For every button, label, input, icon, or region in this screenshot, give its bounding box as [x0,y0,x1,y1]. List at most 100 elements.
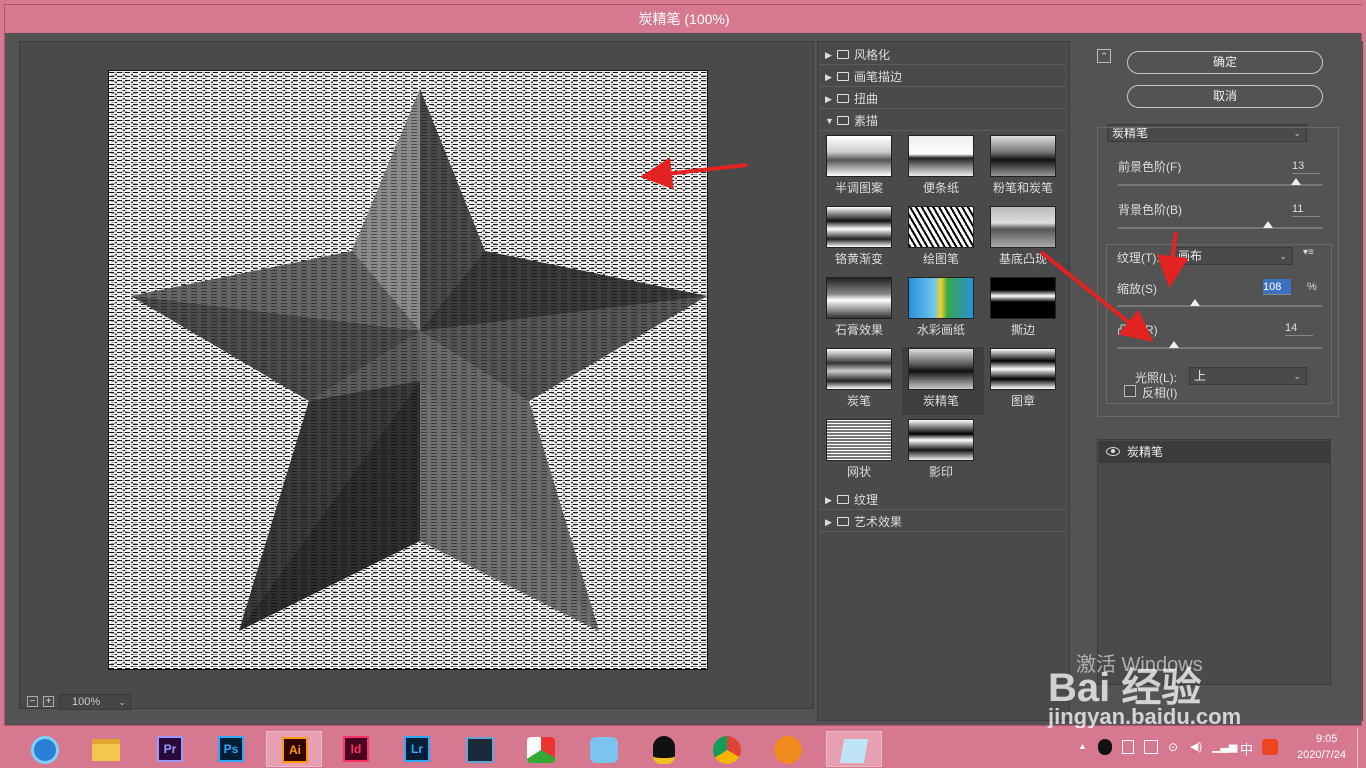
dialog-title: 炭精笔 (100%) [5,5,1363,33]
texture-menu-icon[interactable]: ▾≡ [1303,247,1314,258]
invert-label[interactable]: 反相(I) [1142,384,1177,401]
category-artistic[interactable]: ▶ 艺术效果 [820,512,1066,532]
photoshop-icon: Ps [218,736,244,762]
taskbar-premiere[interactable]: Pr [144,731,196,767]
filter-thumb-stamp[interactable] [990,348,1056,390]
taskbar-photoshop[interactable]: Ps [205,731,257,767]
filter-thumb-plaster[interactable] [826,277,892,319]
zoom-value: 100% [72,696,101,708]
texture-select-value: 画布 [1178,249,1203,263]
filter-label[interactable]: 图章 [982,392,1064,409]
filter-thumb-halftone[interactable] [826,135,892,177]
scale-input[interactable]: 108 [1263,279,1291,295]
filter-label[interactable]: 网状 [818,463,900,480]
preview-canvas[interactable] [108,70,708,670]
taskbar-file-explorer[interactable] [80,731,132,767]
filter-options: 前景色阶(F) 13 背景色阶(B) 11 纹理(T): 画布 ⌄ ▾≡ 缩放(S… [1097,127,1339,417]
taskbar-chrome[interactable] [702,731,754,767]
effect-layer-row[interactable]: 炭精笔 [1099,441,1330,463]
filter-label[interactable]: 铬黄渐变 [818,250,900,267]
show-desktop-button[interactable] [1357,728,1366,768]
filter-thumb-charcoal[interactable] [826,348,892,390]
cancel-button[interactable]: 取消 [1127,85,1323,108]
scale-slider-track[interactable] [1117,305,1322,307]
zoom-select[interactable]: 100% ⌄ [59,694,131,710]
filter-thumb-torn-edges[interactable] [990,277,1056,319]
category-label: 风格化 [854,48,891,62]
category-texture[interactable]: ▶ 纹理 [820,490,1066,510]
filter-thumb-graphic-pen[interactable] [908,206,974,248]
film-icon [466,737,494,763]
zoom-out-button[interactable]: − [27,696,38,707]
qq-penguin-icon [653,736,675,764]
network-icon[interactable]: ⊙ [1168,740,1178,754]
category-distort[interactable]: ▶ 扭曲 [820,89,1066,109]
texture-select[interactable]: 画布 ⌄ [1173,247,1293,265]
invert-checkbox[interactable] [1124,385,1136,397]
battery-icon[interactable] [1144,740,1158,754]
category-brush-strokes[interactable]: ▶ 画笔描边 [820,67,1066,87]
taskbar-video-editor[interactable] [454,731,506,767]
taskbar-app-blue[interactable] [578,731,630,767]
relief-slider-knob[interactable] [1169,341,1180,348]
background-slider-knob[interactable] [1262,221,1273,228]
taskbar-browser-360[interactable] [20,731,72,767]
filter-thumb-note-paper[interactable] [908,135,974,177]
background-level-input[interactable]: 11 [1292,201,1320,217]
qq-tray-icon[interactable] [1098,739,1112,755]
zoom-in-button[interactable]: + [43,696,54,707]
filter-thumb-chalk-charcoal[interactable] [990,135,1056,177]
collapse-icon: ▼ [825,116,834,126]
category-sketch[interactable]: ▼ 素描 [820,111,1066,131]
notepad-icon [839,739,869,763]
filter-thumb-chrome[interactable] [826,206,892,248]
foreground-level-input[interactable]: 13 [1292,158,1320,174]
tray-expand-icon[interactable]: ▲ [1078,741,1087,751]
taskbar-app-colorful[interactable] [515,731,567,767]
filter-label[interactable]: 便条纸 [900,179,982,196]
expand-icon: ▶ [825,517,832,527]
filter-thumb-bas-relief[interactable] [990,206,1056,248]
taskbar-qq[interactable] [639,731,691,767]
category-label: 艺术效果 [854,515,903,529]
filter-gallery-dialog: 炭精笔 (100%) − + 100% ⌄ ▶ 风格化 ▶ 画笔描边 ▶ 扭曲 … [4,4,1363,726]
ime-indicator[interactable]: 中 [1240,739,1253,758]
filter-label[interactable]: 炭精笔 [900,392,982,409]
filter-label[interactable]: 水彩画纸 [900,321,982,338]
taskbar-indesign[interactable]: Id [330,731,382,767]
filter-label[interactable]: 炭笔 [818,392,900,409]
sogou-icon[interactable] [1262,739,1278,755]
filter-thumb-photocopy[interactable] [908,419,974,461]
category-stylize[interactable]: ▶ 风格化 [820,45,1066,65]
background-level-label: 背景色阶(B) [1118,203,1182,217]
ok-button[interactable]: 确定 [1127,51,1323,74]
relief-slider-track[interactable] [1117,347,1322,349]
expand-icon: ▶ [825,495,832,505]
scale-slider-knob[interactable] [1189,299,1200,306]
taskbar-app-orange[interactable] [763,731,815,767]
filter-label[interactable]: 绘图笔 [900,250,982,267]
volume-icon[interactable]: ◀) [1190,740,1202,753]
filter-thumb-conte-crayon[interactable] [908,348,974,390]
flag-icon[interactable] [1122,740,1134,754]
relief-input[interactable]: 14 [1285,320,1313,336]
taskbar-lightroom[interactable]: Lr [391,731,443,767]
filter-label[interactable]: 石膏效果 [818,321,900,338]
filter-label[interactable]: 撕边 [982,321,1064,338]
foreground-slider-knob[interactable] [1291,178,1302,185]
filter-thumb-water-paper[interactable] [908,277,974,319]
background-slider-track[interactable] [1118,227,1323,229]
taskbar-notepad[interactable] [826,731,882,767]
filter-thumb-reticulation[interactable] [826,419,892,461]
wifi-icon[interactable]: ▁▃▅ [1212,740,1237,753]
collapse-gallery-button[interactable]: ⌃ [1097,49,1111,63]
clock-time[interactable]: 9:05 [1316,733,1337,745]
clock-date[interactable]: 2020/7/24 [1297,749,1346,761]
eye-icon[interactable] [1106,447,1120,456]
light-select[interactable]: 上 ⌄ [1189,367,1307,385]
filter-label[interactable]: 半调图案 [818,179,900,196]
filter-label[interactable]: 基底凸现 [982,250,1064,267]
filter-label[interactable]: 粉笔和炭笔 [982,179,1064,196]
taskbar-illustrator[interactable]: Ai [266,731,322,767]
filter-label[interactable]: 影印 [900,463,982,480]
